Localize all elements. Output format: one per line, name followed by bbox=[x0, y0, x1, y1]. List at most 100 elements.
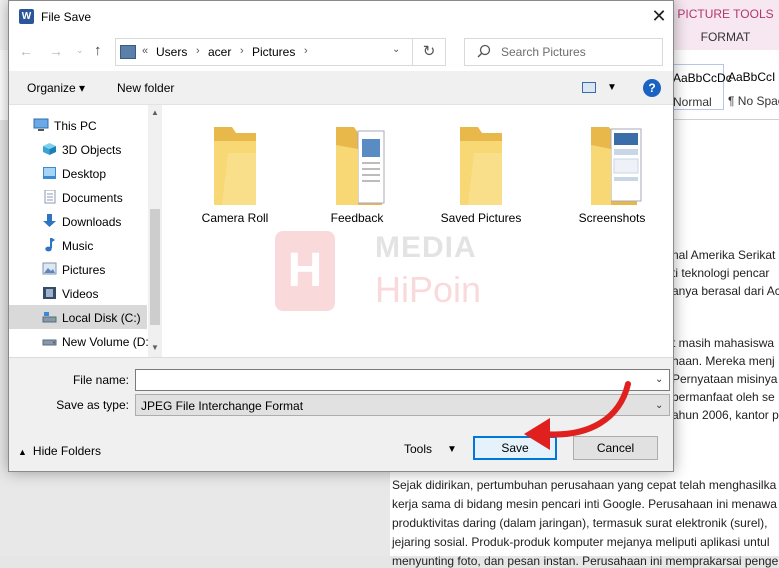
search-icon bbox=[477, 44, 491, 61]
watermark-line1: MEDIA bbox=[375, 231, 477, 264]
nav-item-local-disk-c[interactable]: Local Disk (C:) bbox=[9, 305, 147, 329]
word-app-icon: W bbox=[19, 9, 34, 24]
new-folder-button[interactable]: New folder bbox=[117, 81, 174, 95]
nav-item-pictures[interactable]: Pictures bbox=[9, 257, 147, 281]
doc-line: ahun 2006, kantor p bbox=[672, 408, 779, 422]
nav-item-documents[interactable]: Documents bbox=[9, 185, 147, 209]
help-button[interactable]: ? bbox=[643, 79, 661, 97]
format-tab[interactable]: FORMAT bbox=[672, 30, 779, 44]
file-name-dropdown-chevron-icon[interactable]: ⌄ bbox=[655, 374, 663, 385]
folder-label: Screenshots bbox=[578, 211, 646, 225]
nav-item-label: Documents bbox=[62, 191, 123, 205]
style-normal-preview: AaBbCcDc bbox=[673, 71, 732, 85]
address-bar[interactable]: « Users › acer › Pictures › ⌄ ↻ bbox=[115, 38, 446, 66]
breadcrumb-separator[interactable]: › bbox=[304, 45, 308, 57]
folder-label: Feedback bbox=[330, 211, 384, 225]
file-name-label: File name: bbox=[72, 373, 129, 387]
doc-line: bermanfaat oleh se bbox=[672, 390, 775, 404]
folder-item[interactable]: Feedback bbox=[303, 119, 411, 229]
scrollbar-thumb[interactable] bbox=[150, 209, 160, 325]
nav-pane-scrollbar[interactable]: ▲ ▼ bbox=[148, 105, 162, 357]
styles-gallery: AaBbCcDc Normal AaBbCcI ¶ No Spac bbox=[672, 50, 779, 120]
music-icon bbox=[42, 238, 57, 252]
folder-icon bbox=[460, 127, 502, 205]
folder-item[interactable]: Saved Pictures bbox=[427, 119, 535, 229]
nav-item-label: This PC bbox=[54, 119, 97, 133]
doc-line: anya berasal dari Ac bbox=[672, 284, 779, 298]
tools-button[interactable]: Tools bbox=[404, 442, 432, 456]
organize-button[interactable]: Organize ▾ bbox=[27, 81, 85, 95]
recent-locations-chevron-icon[interactable]: ⌄ bbox=[76, 45, 84, 56]
breadcrumb-overflow[interactable]: « bbox=[142, 45, 148, 57]
up-arrow-icon[interactable]: ↑ bbox=[94, 42, 102, 59]
breadcrumb-separator[interactable]: › bbox=[240, 45, 244, 57]
scroll-up-arrow-icon[interactable]: ▲ bbox=[151, 108, 159, 117]
pictures-folder-icon bbox=[120, 45, 136, 59]
nav-item-downloads[interactable]: Downloads bbox=[9, 209, 147, 233]
nav-item-this-pc[interactable]: This PC bbox=[9, 113, 147, 137]
forward-arrow-icon[interactable]: → bbox=[49, 43, 63, 59]
breadcrumb-acer[interactable]: acer bbox=[208, 45, 231, 59]
nav-item-desktop[interactable]: Desktop bbox=[9, 161, 147, 185]
doc-line: t masih mahasiswa bbox=[672, 336, 775, 350]
nav-item-label: 3D Objects bbox=[62, 143, 122, 157]
breadcrumb-pictures[interactable]: Pictures bbox=[252, 45, 295, 59]
style-normal[interactable]: AaBbCcDc Normal bbox=[672, 64, 732, 110]
chevron-up-icon: ▲ bbox=[18, 447, 27, 457]
doc-line: kerja sama di bidang mesin pencari inti … bbox=[392, 497, 777, 511]
nav-item-label: Downloads bbox=[62, 215, 122, 229]
desktop-icon bbox=[42, 166, 57, 179]
breadcrumb-separator[interactable]: › bbox=[196, 45, 200, 57]
style-normal-name: Normal bbox=[673, 95, 712, 109]
dialog-title: File Save bbox=[41, 10, 92, 24]
refresh-icon[interactable]: ↻ bbox=[412, 39, 445, 65]
scroll-down-arrow-icon[interactable]: ▼ bbox=[151, 343, 159, 352]
view-options-chevron-icon[interactable]: ▼ bbox=[607, 82, 617, 93]
search-input[interactable] bbox=[501, 43, 651, 61]
search-box[interactable] bbox=[464, 38, 663, 66]
nav-item-label: Local Disk (C:) bbox=[62, 311, 141, 325]
watermark-line2: HiPoin bbox=[375, 269, 482, 310]
red-annotation-arrow-icon bbox=[524, 381, 631, 450]
doc-line: Pernyataan misinya bbox=[672, 372, 778, 386]
hide-folders-button[interactable]: ▲ Hide Folders bbox=[18, 444, 101, 458]
nav-item-new-volume-d[interactable]: New Volume (D: bbox=[9, 329, 149, 353]
close-button[interactable]: ✕ bbox=[645, 5, 673, 29]
watermark: H MEDIA HiPoin bbox=[275, 231, 535, 313]
nav-item-videos[interactable]: Videos bbox=[9, 281, 147, 305]
change-view-icon[interactable] bbox=[582, 82, 596, 93]
folder-label: Saved Pictures bbox=[440, 211, 522, 225]
folder-with-documents-icon bbox=[336, 127, 385, 205]
doc-line: haan. Mereka menj bbox=[672, 354, 775, 368]
folder-icon bbox=[214, 127, 256, 205]
pictures-icon bbox=[42, 262, 57, 275]
drive-icon bbox=[42, 334, 57, 347]
doc-line: menyunting foto, dan pesan instan. Perus… bbox=[392, 554, 779, 568]
nav-item-label: Music bbox=[62, 239, 94, 253]
nav-item-3d-objects[interactable]: 3D Objects bbox=[9, 137, 147, 161]
picture-tools-tab[interactable]: PICTURE TOOLS FORMAT bbox=[672, 0, 779, 50]
breadcrumb-users[interactable]: Users bbox=[156, 45, 187, 59]
folder-item[interactable]: Camera Roll bbox=[181, 119, 289, 229]
nav-item-label: Videos bbox=[62, 287, 99, 301]
doc-line: produktivitas daring (dalam jaringan), t… bbox=[392, 516, 768, 530]
doc-line: nal Amerika Serikat bbox=[672, 248, 776, 262]
style-no-spacing[interactable]: AaBbCcI ¶ No Spac bbox=[728, 64, 779, 110]
nav-item-music[interactable]: Music bbox=[9, 233, 147, 257]
nav-item-label: Pictures bbox=[62, 263, 106, 277]
doc-line: ti teknologi pencar bbox=[672, 266, 770, 280]
nav-item-label: New Volume (D: bbox=[62, 335, 149, 349]
computer-icon bbox=[33, 118, 49, 131]
nav-item-label: Desktop bbox=[62, 167, 107, 181]
dialog-titlebar[interactable]: W File Save ✕ bbox=[9, 1, 673, 33]
download-icon bbox=[42, 214, 57, 227]
folder-with-screenshots-icon bbox=[591, 127, 642, 205]
tools-chevron-icon[interactable]: ▼ bbox=[447, 444, 457, 455]
save-as-type-value: JPEG File Interchange Format bbox=[141, 399, 304, 413]
back-arrow-icon[interactable]: ← bbox=[19, 43, 33, 59]
file-list-pane[interactable]: Camera Roll Feedback Saved Pictures Scre… bbox=[163, 105, 673, 357]
folder-item[interactable]: Screenshots bbox=[558, 119, 666, 229]
drive-icon bbox=[42, 310, 57, 323]
address-dropdown-chevron-icon[interactable]: ⌄ bbox=[392, 44, 400, 55]
navigation-bar: ← → ⌄ ↑ « Users › acer › Pictures › ⌄ ↻ bbox=[9, 33, 673, 71]
